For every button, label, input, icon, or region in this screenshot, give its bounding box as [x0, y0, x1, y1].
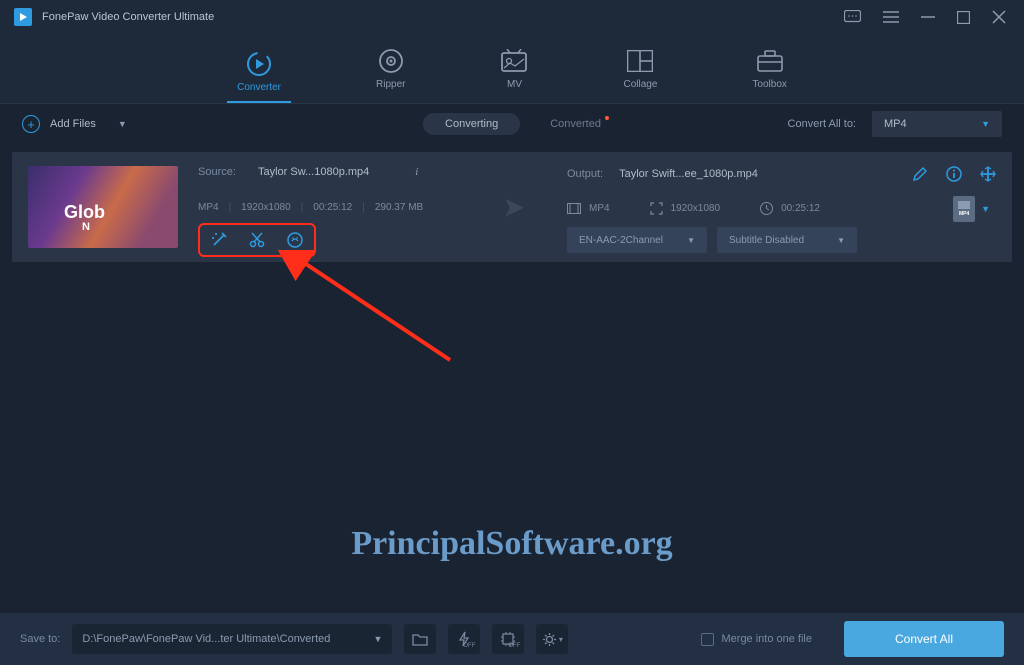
chevron-down-icon[interactable]: ▼ — [118, 119, 127, 129]
output-format-badge[interactable]: MP4 ▼ — [953, 196, 990, 222]
resolution-icon — [650, 202, 663, 215]
cut-icon[interactable] — [248, 231, 266, 249]
source-meta: MP4 1920x1080 00:25:12 290.37 MB — [198, 202, 498, 213]
minimize-icon[interactable] — [921, 10, 935, 24]
tab-toolbox[interactable]: Toolbox — [742, 41, 796, 96]
file-item: Glob N Source: Taylor Sw...1080p.mp4 i M… — [12, 152, 1012, 262]
info-icon[interactable]: i — [415, 166, 418, 178]
close-icon[interactable] — [992, 10, 1006, 24]
convert-all-to-label: Convert All to: — [788, 118, 856, 130]
output-filename: Taylor Swift...ee_1080p.mp4 — [619, 168, 758, 180]
tab-ripper[interactable]: Ripper — [366, 41, 415, 96]
tab-converter[interactable]: Converter — [227, 44, 291, 103]
save-to-label: Save to: — [20, 633, 60, 645]
subtitle-select[interactable]: Subtitle Disabled▼ — [717, 227, 857, 253]
arrow-right-icon: ➤ — [502, 191, 525, 224]
toolbox-icon — [756, 47, 784, 75]
main-tabs: Converter Ripper MV Collage Toolbox — [0, 34, 1024, 104]
source-filename: Taylor Sw...1080p.mp4 — [258, 166, 369, 178]
gpu-icon[interactable]: OFF — [492, 624, 524, 654]
output-meta: MP4 1920x1080 00:25:12 — [567, 202, 996, 215]
format-select[interactable]: MP4 ▼ — [872, 111, 1002, 137]
ripper-icon — [377, 47, 405, 75]
app-title: FonePaw Video Converter Ultimate — [42, 11, 214, 23]
annotation-arrow — [250, 250, 470, 370]
source-label: Source: — [198, 166, 242, 178]
tab-converted[interactable]: Converted — [550, 118, 601, 130]
chevron-down-icon[interactable]: ▼ — [981, 204, 990, 214]
checkbox-icon — [701, 633, 714, 646]
tab-mv[interactable]: MV — [490, 41, 538, 96]
feedback-icon[interactable] — [844, 10, 861, 24]
settings-icon[interactable]: ▾ — [536, 624, 568, 654]
video-thumbnail[interactable]: Glob N — [28, 166, 178, 248]
tab-collage[interactable]: Collage — [613, 41, 667, 96]
collage-icon — [626, 47, 654, 75]
enhance-icon[interactable] — [286, 231, 304, 249]
titlebar: FonePaw Video Converter Ultimate — [0, 0, 1024, 34]
hw-accel-icon[interactable]: OFF — [448, 624, 480, 654]
open-folder-icon[interactable] — [404, 624, 436, 654]
clock-icon — [760, 202, 773, 215]
converter-icon — [245, 50, 273, 78]
app-logo-icon — [14, 8, 32, 26]
mv-icon — [500, 47, 528, 75]
notification-dot — [605, 116, 609, 120]
menu-icon[interactable] — [883, 11, 899, 23]
output-label: Output: — [567, 168, 603, 180]
footer: Save to: D:\FonePaw\FonePaw Vid...ter Ul… — [0, 613, 1024, 665]
watermark-text: PrincipalSoftware.org — [351, 525, 672, 563]
edit-tools-highlight — [198, 223, 316, 257]
maximize-icon[interactable] — [957, 11, 970, 24]
effects-icon[interactable] — [210, 231, 228, 249]
audio-track-select[interactable]: EN-AAC-2Channel▼ — [567, 227, 707, 253]
chevron-down-icon: ▼ — [981, 119, 990, 129]
merge-checkbox[interactable]: Merge into one file — [701, 633, 813, 646]
save-path-select[interactable]: D:\FonePaw\FonePaw Vid...ter Ultimate\Co… — [72, 624, 392, 654]
media-info-icon[interactable] — [946, 166, 962, 182]
toolbar: + Add Files ▼ Converting Converted Conve… — [0, 104, 1024, 144]
convert-all-button[interactable]: Convert All — [844, 621, 1004, 657]
tab-converting[interactable]: Converting — [423, 113, 520, 135]
video-icon — [567, 203, 581, 214]
compress-icon[interactable] — [980, 166, 996, 182]
add-files-button[interactable]: + Add Files ▼ — [22, 115, 127, 133]
rename-icon[interactable] — [912, 166, 928, 182]
plus-icon: + — [22, 115, 40, 133]
